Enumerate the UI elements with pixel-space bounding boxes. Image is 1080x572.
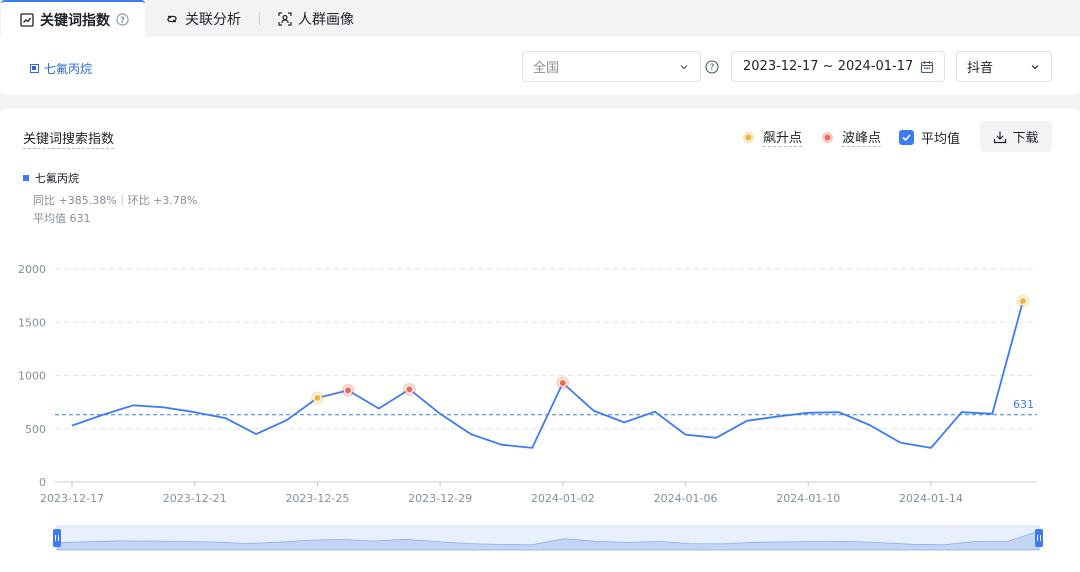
rise-point-marker	[310, 391, 324, 405]
y-axis: 0 500 1000 1500 2000	[18, 263, 46, 489]
rise-point-marker-dot	[313, 393, 322, 403]
peak-point-marker	[341, 383, 355, 397]
link-icon	[167, 15, 177, 22]
y-tick-label: 500	[25, 423, 46, 436]
user-scan-icon	[278, 11, 292, 26]
x-tick-label: 2023-12-17	[40, 492, 104, 505]
peak-point-marker-dot	[558, 378, 568, 388]
x-tick-label: 2023-12-29	[408, 492, 472, 505]
zoom-handle-right[interactable]	[1035, 529, 1043, 547]
tab-keyword-index[interactable]: 关键词指数 ?	[1, 0, 145, 37]
series-color-icon	[30, 64, 39, 73]
chevron-down-icon	[1031, 65, 1039, 70]
x-tick-label: 2023-12-25	[285, 492, 349, 505]
svg-text:?: ?	[710, 63, 715, 73]
zoom-slider	[53, 525, 1043, 551]
tab-label: 人群画像	[298, 11, 354, 28]
zoom-handle-left[interactable]	[53, 529, 61, 547]
tab-label: 关联分析	[185, 11, 241, 28]
platform-value: 抖音	[967, 61, 994, 76]
y-tick-label: 1500	[18, 316, 46, 329]
tab-crowd-profile[interactable]: 人群画像	[278, 0, 354, 37]
x-tick-label: 2024-01-10	[776, 492, 840, 505]
search-index-panel: 关键词搜索指数 飙升点 波峰点 平均值 下载 七氟丙烷 同比 +385.38%｜…	[0, 109, 1080, 572]
zoom-handle-body	[53, 529, 61, 547]
average-line-group: 631	[55, 398, 1037, 416]
tab-divider	[259, 12, 260, 25]
tab-related-analysis[interactable]: 关联分析	[165, 0, 241, 37]
tab-label: 关键词指数	[40, 12, 110, 29]
peak-point-marker-dot	[405, 385, 414, 394]
peak-point-marker	[556, 376, 570, 390]
filter-bar: 七氟丙烷 全国 ? 2023-12-17 ~ 2024-01-17 抖音	[0, 37, 1080, 95]
y-tick-label: 1000	[18, 370, 46, 383]
keyword-tag[interactable]: 七氟丙烷	[30, 60, 92, 77]
series-lines	[71, 300, 1024, 449]
rise-point-marker	[1016, 294, 1030, 308]
search-index-chart: 0500100015002000 2023-12-17 2023-12-21 202…	[18, 263, 1043, 551]
series-line	[71, 300, 1024, 449]
tab-bar: 关键词指数 ? 关联分析 人群画像	[0, 0, 1080, 37]
region-value: 全国	[533, 61, 560, 76]
peak-point-marker	[402, 382, 416, 396]
chart-grid	[55, 268, 1037, 483]
y-tick-label: 2000	[18, 263, 46, 276]
keyword-label: 七氟丙烷	[44, 62, 93, 76]
chevron-down-icon	[680, 65, 688, 70]
platform-select[interactable]: 抖音	[956, 51, 1052, 82]
region-select[interactable]: 全国	[522, 51, 701, 82]
help-icon[interactable]: ?	[705, 60, 719, 74]
help-icon[interactable]: ?	[116, 13, 129, 26]
x-tick-label: 2024-01-14	[899, 492, 963, 505]
trend-chart-icon	[20, 12, 34, 27]
average-value-label: 631	[1013, 398, 1034, 411]
y-tick-label: 0	[39, 476, 46, 489]
x-axis: 2023-12-17 2023-12-21 2023-12-25 2023-12-29…	[40, 482, 963, 505]
x-tick-label: 2024-01-02	[531, 492, 595, 505]
date-range-value: 2023-12-17 ~ 2024-01-17	[743, 59, 914, 74]
event-markers	[310, 294, 1030, 405]
date-range-picker[interactable]: 2023-12-17 ~ 2024-01-17	[731, 51, 945, 82]
svg-text:?: ?	[120, 14, 125, 24]
zoom-handle-body	[1035, 529, 1043, 547]
x-tick-label: 2024-01-06	[654, 492, 718, 505]
calendar-icon	[920, 61, 934, 74]
rise-point-marker-dot	[1018, 296, 1028, 306]
peak-point-marker-dot	[343, 386, 353, 395]
x-tick-label: 2023-12-21	[163, 492, 227, 505]
